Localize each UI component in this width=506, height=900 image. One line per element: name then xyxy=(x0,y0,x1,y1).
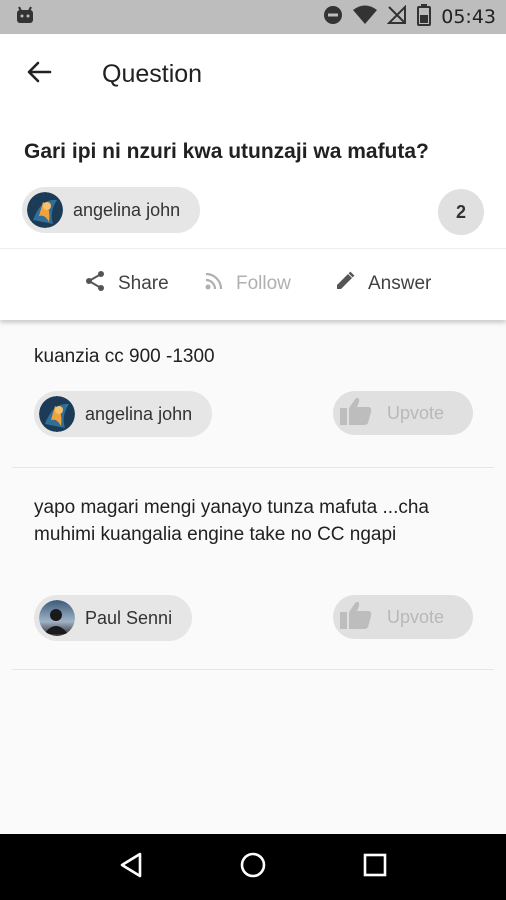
answer-author-chip[interactable]: Paul Senni xyxy=(34,595,193,641)
wifi-icon xyxy=(353,5,378,30)
do-not-disturb-icon xyxy=(323,5,343,30)
square-recents-icon xyxy=(363,853,387,882)
app-bar: Question xyxy=(0,34,506,114)
back-button[interactable] xyxy=(14,49,64,99)
answer-text: kuanzia cc 900 -1300 xyxy=(34,346,215,367)
author-name: angelina john xyxy=(85,403,193,424)
answer-count-badge: 2 xyxy=(438,189,484,235)
share-label: Share xyxy=(118,273,169,294)
page-title: Question xyxy=(102,59,203,88)
upvote-button[interactable]: Upvote xyxy=(333,391,473,435)
follow-button[interactable]: Follow xyxy=(204,271,291,297)
system-nav-bar xyxy=(0,834,506,900)
answer-item: yapo magari mengi yanayo tunza mafuta ..… xyxy=(12,468,494,670)
arrow-back-icon xyxy=(26,59,52,90)
upvote-label: Upvote xyxy=(387,606,445,627)
status-bar: 05:43 xyxy=(0,0,506,34)
nav-recents-button[interactable] xyxy=(345,837,405,897)
share-button[interactable]: Share xyxy=(84,270,169,298)
upvote-button[interactable]: Upvote xyxy=(333,595,473,639)
answer-text: yapo magari mengi yanayo tunza mafuta ..… xyxy=(34,497,430,545)
circle-home-icon xyxy=(239,851,267,884)
follow-label: Follow xyxy=(236,273,291,294)
upvote-label: Upvote xyxy=(387,402,445,423)
android-icon xyxy=(14,6,36,29)
author-name: Paul Senni xyxy=(85,607,173,628)
status-time: 05:43 xyxy=(441,6,496,28)
nav-home-button[interactable] xyxy=(223,837,283,897)
answer-item: kuanzia cc 900 -1300 angelina john Upvot… xyxy=(12,320,494,468)
avatar xyxy=(27,192,63,228)
share-icon xyxy=(84,270,106,298)
thumbs-up-icon xyxy=(339,600,373,635)
thumbs-up-icon xyxy=(339,396,373,431)
divider xyxy=(12,669,494,670)
question-author-chip[interactable]: angelina john xyxy=(22,187,201,233)
answer-author-chip[interactable]: angelina john xyxy=(34,391,213,437)
answer-button[interactable]: Answer xyxy=(334,270,506,298)
triangle-back-icon xyxy=(118,851,144,884)
rss-icon xyxy=(204,271,224,297)
no-signal-icon xyxy=(386,4,407,30)
answer-label: Answer xyxy=(368,273,432,294)
question-title: Gari ipi ni nzuri kwa utunzaji wa mafuta… xyxy=(24,140,429,163)
avatar xyxy=(39,396,75,432)
divider xyxy=(0,248,506,249)
action-row: Share Follow Answer xyxy=(0,264,506,304)
question-card: Gari ipi ni nzuri kwa utunzaji wa mafuta… xyxy=(0,114,506,320)
author-name: angelina john xyxy=(73,199,181,220)
nav-back-button[interactable] xyxy=(101,837,161,897)
avatar xyxy=(39,600,75,636)
battery-icon xyxy=(417,3,432,31)
pencil-icon xyxy=(334,270,356,298)
